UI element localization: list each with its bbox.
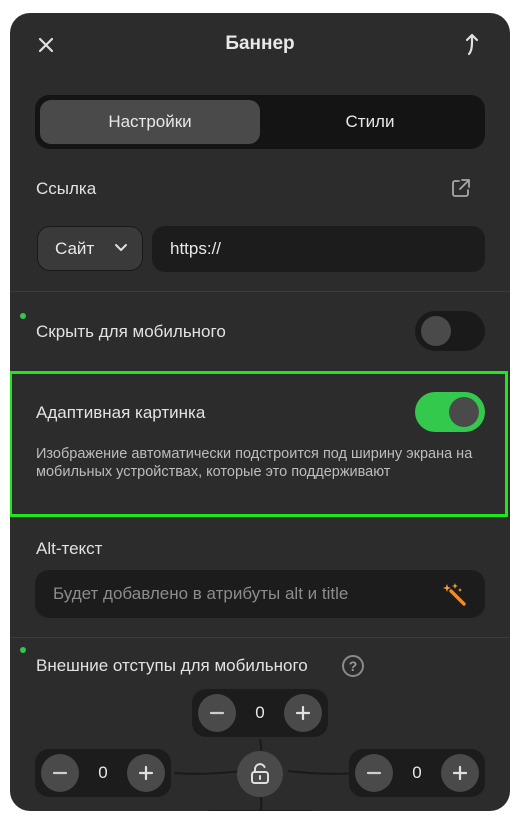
decrement-button[interactable] [41,754,79,792]
help-icon: ? [348,658,358,674]
banner-panel: Баннер Настройки Стили Ссылка Сайт Скрыт… [10,13,510,811]
magic-wand-icon [443,583,466,606]
alt-text-input[interactable] [35,570,485,618]
tabs: Настройки Стили [35,95,485,149]
external-link-icon [452,179,470,197]
plus-icon [295,705,311,721]
modified-indicator [20,313,26,319]
margin-top-stepper: 0 [192,689,328,737]
increment-button[interactable] [127,754,165,792]
share-icon [465,33,479,56]
tab-styles[interactable]: Стили [260,100,480,144]
minus-icon [209,711,225,715]
decrement-button[interactable] [355,754,393,792]
margin-left-stepper: 0 [35,749,171,797]
share-button[interactable] [462,32,484,58]
margin-right-value[interactable]: 0 [393,763,441,783]
increment-button[interactable] [441,754,479,792]
lock-icon [251,763,269,784]
link-label: Ссылка [36,179,97,198]
plus-icon [452,765,468,781]
panel-header: Баннер [10,13,510,77]
divider [10,637,510,638]
decrement-button[interactable] [198,694,236,732]
url-input[interactable] [152,226,485,272]
margin-left-value[interactable]: 0 [79,763,127,783]
alt-text-label: Alt-текст [36,539,103,558]
hide-mobile-toggle[interactable] [415,311,485,351]
tab-settings[interactable]: Настройки [40,100,260,144]
margin-bottom-stepper[interactable] [202,810,320,811]
lock-margins-button[interactable] [237,751,283,797]
open-link-button[interactable] [450,177,472,199]
minus-icon [366,771,382,775]
modified-indicator [20,647,26,653]
increment-button[interactable] [284,694,322,732]
plus-icon [138,765,154,781]
hide-mobile-label: Скрыть для мобильного [36,322,226,341]
help-button[interactable]: ? [342,655,364,677]
chevron-down-icon [115,244,127,251]
margin-right-stepper: 0 [349,749,485,797]
toggle-knob [449,397,479,427]
generate-alt-button[interactable] [443,582,467,606]
adaptive-image-description: Изображение автоматически подстроится по… [36,446,473,480]
margin-top-value[interactable]: 0 [236,703,284,723]
link-type-select[interactable]: Сайт [37,226,143,271]
link-type-value: Сайт [55,238,95,258]
panel-title: Баннер [225,33,295,54]
adaptive-image-label: Адаптивная картинка [36,403,206,422]
divider [10,291,510,292]
mobile-margins-label: Внешние отступы для мобильного [36,656,308,675]
adaptive-image-toggle[interactable] [415,392,485,432]
minus-icon [52,771,68,775]
toggle-knob [421,316,451,346]
